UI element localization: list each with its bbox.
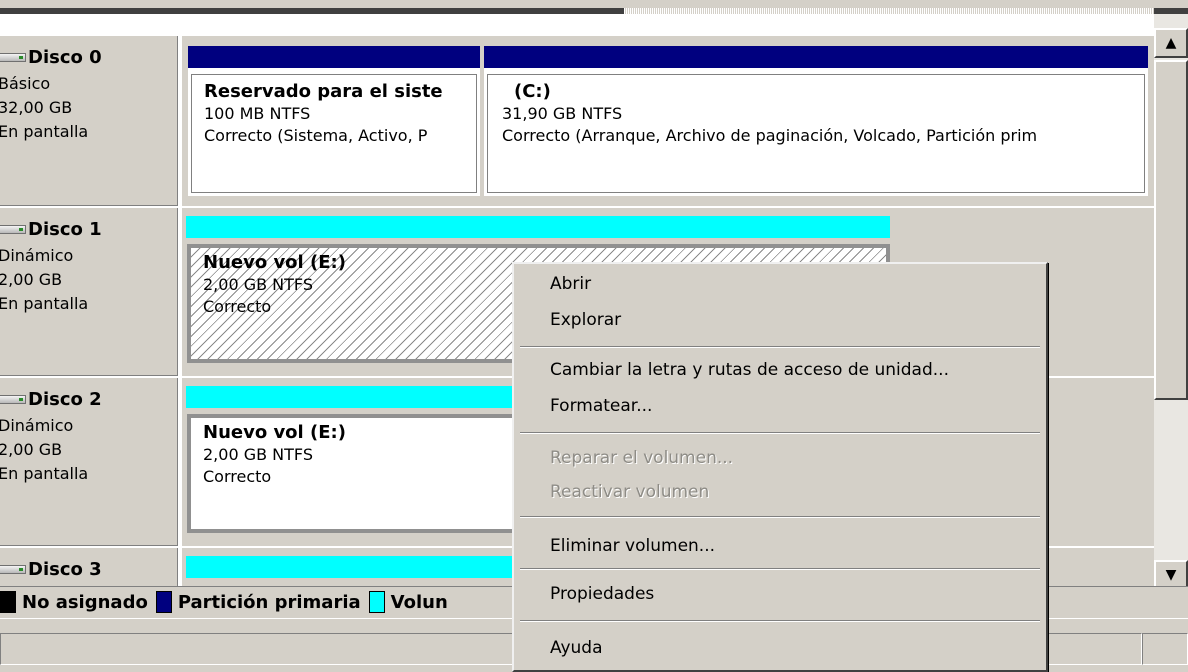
- disk-type: Básico: [0, 74, 51, 93]
- disk-size: 32,00 GB: [0, 98, 73, 117]
- partition-reserved[interactable]: Reservado para el siste 100 MB NTFS Corr…: [188, 46, 480, 196]
- menu-item-delete-volume[interactable]: Eliminar volumen...: [550, 536, 715, 556]
- disk-name: Disco 3: [28, 559, 102, 580]
- status-cell: [1142, 633, 1188, 665]
- menu-item-properties[interactable]: Propiedades: [550, 584, 654, 604]
- legend-swatch: [0, 591, 16, 613]
- vertical-scrollbar[interactable]: ▲ ▼: [1154, 14, 1188, 590]
- menu-separator: [520, 620, 1040, 622]
- partition-bar: [484, 46, 1148, 68]
- scrollbar-thumb[interactable]: [1154, 60, 1188, 400]
- disk-icon: [0, 395, 26, 404]
- legend-unallocated: No asignado: [0, 591, 148, 613]
- menu-item-repair-volume: Reparar el volumen...: [550, 448, 734, 468]
- disk-type: Dinámico: [0, 246, 74, 265]
- disk-name: Disco 0: [28, 47, 102, 68]
- arrow-up-icon[interactable]: ▲: [1154, 28, 1188, 58]
- legend-primary-partition: Partición primaria: [155, 591, 361, 613]
- legend-label: Partición primaria: [177, 591, 361, 613]
- top-divider: [0, 0, 1188, 14]
- disk-status: En pantalla: [0, 464, 89, 483]
- disk-status: En pantalla: [0, 122, 89, 141]
- menu-separator: [520, 516, 1040, 518]
- partition-health: Correcto (Sistema, Activo, P: [204, 126, 428, 145]
- disk-row-0: Disco 0 Básico 32,00 GB En pantalla Rese…: [0, 36, 1154, 208]
- menu-item-explore[interactable]: Explorar: [550, 310, 621, 330]
- menu-item-help[interactable]: Ayuda: [550, 638, 603, 658]
- menu-item-reactivate-volume: Reactivar volumen: [550, 482, 710, 502]
- menu-item-format[interactable]: Formatear...: [550, 396, 652, 416]
- partition-bar: [186, 216, 890, 238]
- partition-fs: 100 MB NTFS: [204, 104, 311, 123]
- menu-item-open[interactable]: Abrir: [550, 274, 591, 294]
- menu-item-change-drive-letter[interactable]: Cambiar la letra y rutas de acceso de un…: [550, 360, 949, 380]
- disk-3-label[interactable]: Disco 3: [0, 548, 180, 586]
- disk-name: Disco 2: [28, 389, 102, 410]
- menu-separator: [520, 432, 1040, 434]
- context-menu: Abrir Explorar Cambiar la letra y rutas …: [512, 262, 1048, 672]
- partition-c[interactable]: (C:) 31,90 GB NTFS Correcto (Arranque, A…: [484, 46, 1148, 196]
- legend-swatch: [155, 591, 172, 613]
- disk-name: Disco 1: [28, 219, 102, 240]
- disk-icon: [0, 565, 26, 574]
- disk-icon: [0, 225, 26, 234]
- disk-status: En pantalla: [0, 294, 89, 313]
- legend-label: No asignado: [22, 591, 148, 613]
- disk-size: 2,00 GB: [0, 440, 63, 459]
- legend-swatch: [368, 591, 385, 613]
- disk-0-label[interactable]: Disco 0 Básico 32,00 GB En pantalla: [0, 36, 180, 208]
- disk-size: 2,00 GB: [0, 270, 63, 289]
- partition-fs: 31,90 GB NTFS: [502, 104, 623, 123]
- menu-separator: [520, 346, 1040, 348]
- partition-health: Correcto (Arranque, Archivo de paginació…: [502, 126, 1038, 145]
- legend-label: Volun: [390, 591, 448, 613]
- legend-volume: Volun: [368, 591, 448, 613]
- partition-title: Reservado para el siste: [204, 81, 443, 102]
- disk-type: Dinámico: [0, 416, 74, 435]
- disk-0-partitions: Reservado para el siste 100 MB NTFS Corr…: [182, 36, 1154, 208]
- disk-icon: [0, 53, 26, 62]
- partition-body: (C:) 31,90 GB NTFS Correcto (Arranque, A…: [487, 74, 1145, 193]
- disk-2-label[interactable]: Disco 2 Dinámico 2,00 GB En pantalla: [0, 378, 180, 548]
- disk-1-label[interactable]: Disco 1 Dinámico 2,00 GB En pantalla: [0, 208, 180, 378]
- partition-bar: [188, 46, 480, 68]
- partition-body: Reservado para el siste 100 MB NTFS Corr…: [191, 74, 477, 193]
- menu-separator: [520, 568, 1040, 570]
- partition-title: (C:): [514, 81, 551, 102]
